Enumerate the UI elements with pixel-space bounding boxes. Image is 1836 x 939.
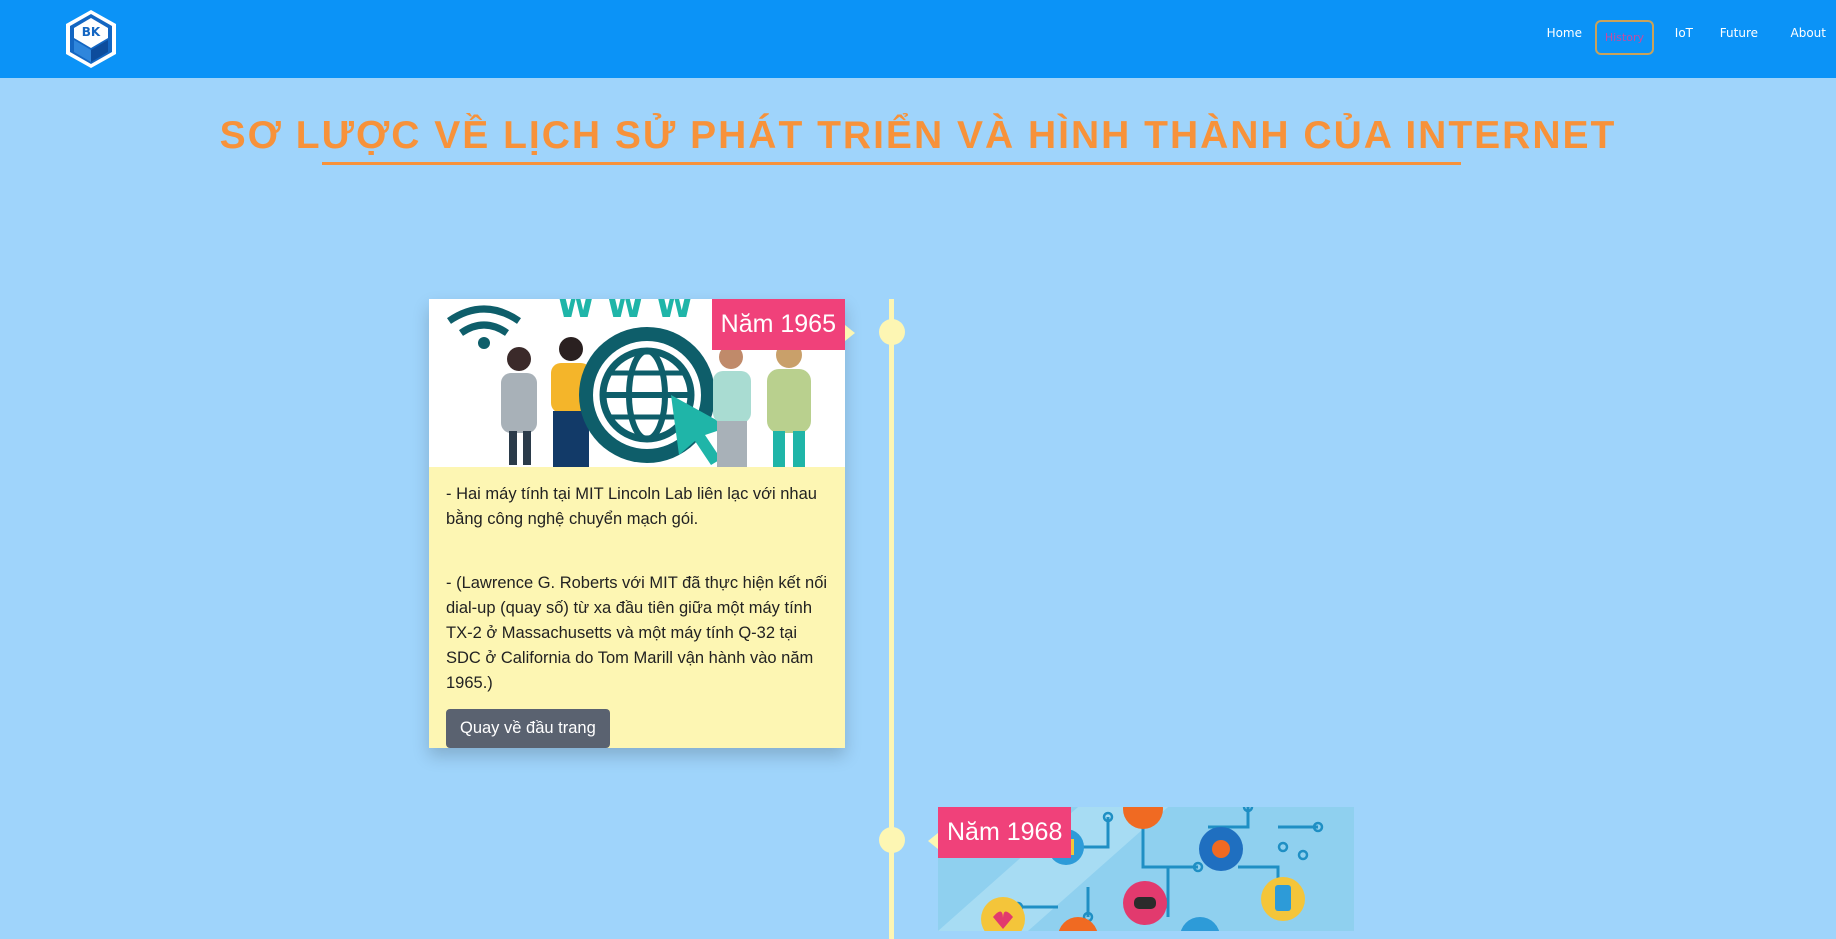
navbar: BK Home History IoT Future About [0,0,1836,78]
card-paragraph-1: - Hai máy tính tại MIT Lincoln Lab liên … [446,485,817,528]
svg-text:W W W: W W W [557,299,693,326]
nav-future[interactable]: Future [1720,26,1758,40]
logo[interactable]: BK [60,8,122,70]
title-underline [322,162,1461,165]
nav-iot[interactable]: IoT [1675,26,1693,40]
nav-about[interactable]: About [1791,26,1826,40]
timeline-dot [879,319,905,345]
card-arrow [928,833,938,849]
logo-text: BK [82,25,101,39]
nav-home[interactable]: Home [1547,26,1582,40]
timeline-card-1965: W W W Năm 1965 - Hai máy tính tại MIT Li… [429,299,845,748]
page-title: SƠ LƯỢC VỀ LỊCH SỬ PHÁT TRIỂN VÀ HÌNH TH… [219,114,1617,157]
card-paragraph-2: - (Lawrence G. Roberts với MIT đã thực h… [446,574,828,692]
timeline-dot [879,827,905,853]
year-badge-1965: Năm 1965 [711,299,845,350]
year-badge-1968: Năm 1968 [938,807,1072,858]
nav-history[interactable]: History [1594,20,1654,55]
back-to-top-button[interactable]: Quay về đầu trang [446,709,610,748]
timeline-card-1968: Năm 1968 [938,807,1354,931]
card-arrow [845,325,855,341]
